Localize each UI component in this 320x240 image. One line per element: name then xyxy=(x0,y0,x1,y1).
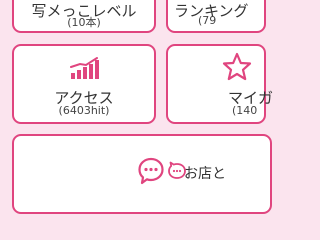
menu-card-my-gallery-subtitle: (140 xyxy=(232,104,258,117)
menu-card-level-subtitle: (10本) xyxy=(67,16,101,29)
menu-card-my-gallery[interactable]: マイガ (140 xyxy=(166,44,273,124)
menu-card-ranking[interactable]: ランキング (79 xyxy=(166,0,266,33)
menu-card-ranking-subtitle: (79 xyxy=(198,14,217,27)
bar-chart-icon xyxy=(70,57,99,79)
star-icon xyxy=(222,52,252,81)
menu-card-access-subtitle: (6403hit) xyxy=(58,104,110,117)
menu-card-shop-chat-label: お店と xyxy=(184,166,226,182)
menu-card-access[interactable]: アクセス (6403hit) xyxy=(12,44,156,124)
chat-bubbles-icon xyxy=(138,157,186,185)
menu-card-level[interactable]: 写メっこレベル (10本) xyxy=(12,0,156,33)
